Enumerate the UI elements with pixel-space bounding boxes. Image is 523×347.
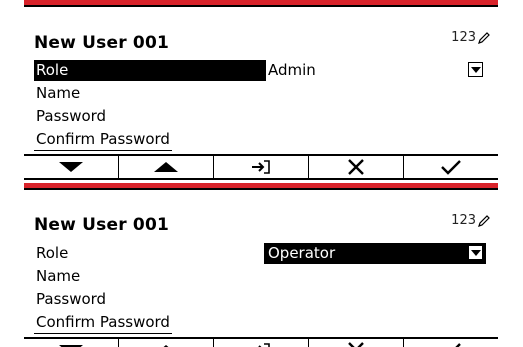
name-row[interactable]: Name	[34, 266, 486, 287]
softkey-up[interactable]	[119, 339, 214, 347]
softkey-bar	[24, 337, 498, 347]
softkey-bar	[24, 154, 498, 178]
name-row[interactable]: Name	[34, 83, 486, 104]
role-value[interactable]: Admin	[268, 60, 316, 81]
softkey-cancel[interactable]	[309, 156, 404, 178]
lcd-screen-role-label-selected: New User 001 123 Role Admin Name Passwor…	[24, 0, 498, 181]
softkey-down[interactable]	[24, 339, 119, 347]
role-dropdown[interactable]: Operator	[264, 243, 486, 264]
numeric-entry-indicator: 123	[451, 30, 490, 45]
password-row[interactable]: Password	[34, 106, 486, 127]
pencil-icon	[478, 31, 490, 44]
password-label[interactable]: Password	[34, 289, 108, 310]
bottom-divider	[24, 178, 498, 180]
name-label[interactable]: Name	[34, 83, 82, 104]
role-label[interactable]: Role	[34, 243, 70, 264]
softkey-cancel[interactable]	[309, 339, 404, 347]
lcd-screen-role-value-selected: New User 001 123 Role Operator Name Pass…	[24, 183, 498, 347]
enter-icon	[252, 160, 270, 174]
numeric-entry-indicator: 123	[451, 213, 490, 228]
role-row[interactable]: Role Admin	[34, 60, 486, 81]
confirm-password-row[interactable]: Confirm Password	[34, 312, 486, 334]
role-dropdown[interactable]: Admin	[264, 60, 486, 81]
softkey-down[interactable]	[24, 156, 119, 178]
role-label[interactable]: Role	[34, 60, 266, 81]
softkey-enter[interactable]	[214, 156, 309, 178]
arrow-down-icon	[59, 162, 83, 172]
chevron-down-icon[interactable]	[468, 245, 483, 260]
arrow-up-icon	[154, 162, 178, 172]
confirm-password-label[interactable]: Confirm Password	[34, 129, 172, 151]
cancel-x-icon	[348, 159, 364, 175]
confirm-password-label[interactable]: Confirm Password	[34, 312, 172, 334]
top-divider	[24, 188, 498, 190]
chevron-down-icon[interactable]	[468, 62, 483, 77]
page-title: New User 001	[34, 33, 170, 53]
softkey-confirm[interactable]	[404, 339, 498, 347]
cancel-x-icon	[348, 342, 364, 347]
entry-mode-text: 123	[451, 30, 476, 45]
softkey-enter[interactable]	[214, 339, 309, 347]
softkey-confirm[interactable]	[404, 156, 498, 178]
confirm-check-icon	[441, 160, 461, 175]
name-label[interactable]: Name	[34, 266, 82, 287]
role-row[interactable]: Role Operator	[34, 243, 486, 264]
confirm-check-icon	[455, 343, 461, 347]
password-label[interactable]: Password	[34, 106, 108, 127]
softkey-up[interactable]	[119, 156, 214, 178]
pencil-icon	[478, 214, 490, 227]
role-value[interactable]: Operator	[268, 243, 335, 264]
entry-mode-text: 123	[451, 213, 476, 228]
top-divider	[24, 5, 498, 7]
enter-icon	[258, 343, 270, 347]
password-row[interactable]: Password	[34, 289, 486, 310]
page-title: New User 001	[34, 215, 170, 235]
confirm-password-row[interactable]: Confirm Password	[34, 129, 486, 151]
